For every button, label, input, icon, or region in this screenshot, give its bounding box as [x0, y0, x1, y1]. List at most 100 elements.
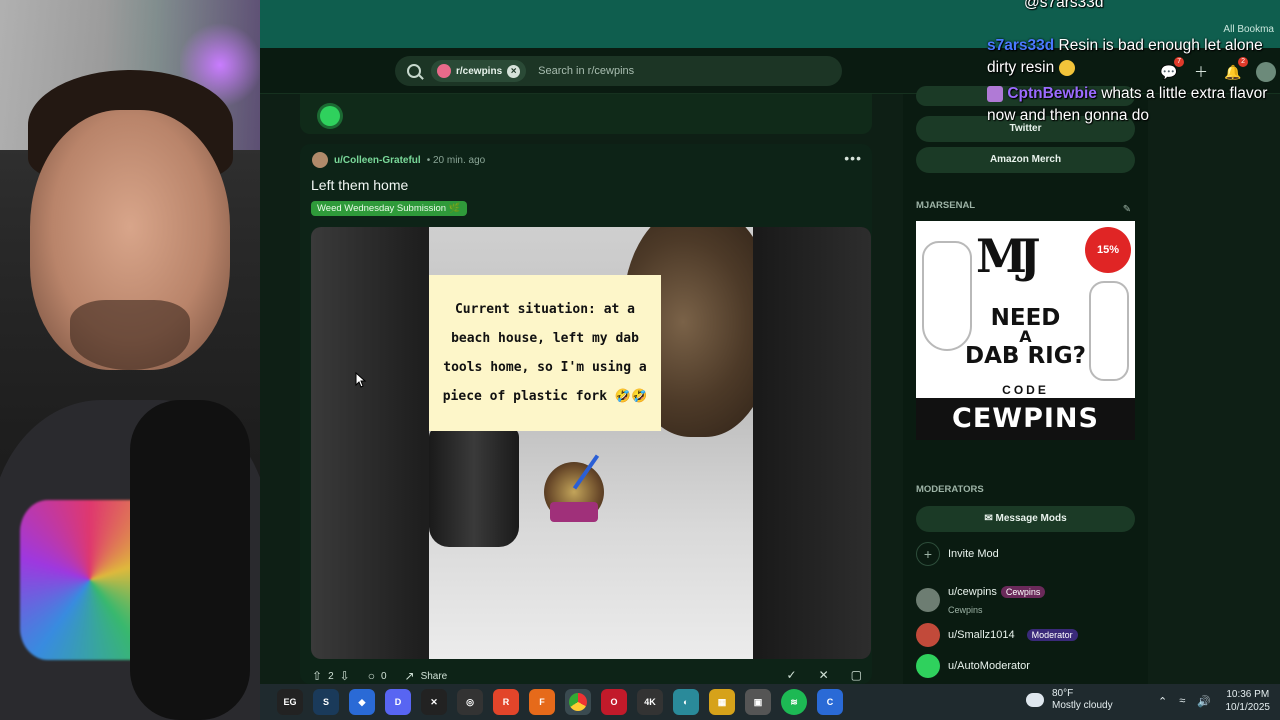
- downvote-icon[interactable]: ⇩: [340, 669, 350, 683]
- author-avatar[interactable]: [312, 152, 328, 168]
- discord-icon[interactable]: D: [385, 689, 411, 715]
- plus-icon: +: [916, 542, 940, 566]
- subreddit-avatar: [437, 64, 451, 78]
- ad-code-label: CODE: [1002, 383, 1049, 397]
- clear-chip-icon[interactable]: ×: [507, 64, 521, 78]
- moderator-name[interactable]: u/Smallz1014: [948, 629, 1015, 641]
- stream-chat-overlay: @s7ars33d s7ars33d Resin is bad enough l…: [984, 0, 1280, 126]
- moderator-flair: Moderator: [1026, 629, 1078, 641]
- post-header: u/Colleen-Grateful • 20 min. ago: [312, 152, 485, 168]
- feed: u/Colleen-Grateful • 20 min. ago ••• Lef…: [300, 94, 872, 684]
- taskbar: EG S ◆ D ✕ ◎ R F O 4K ◐ ▦ ▣ ≋ C 80°F Most…: [260, 684, 1280, 720]
- camera-icon[interactable]: ▣: [745, 689, 771, 715]
- search-input[interactable]: Search in r/cewpins: [538, 65, 634, 77]
- steam-icon[interactable]: S: [313, 689, 339, 715]
- speaker-icon[interactable]: 🔊: [1197, 695, 1211, 708]
- post-flair[interactable]: Weed Wednesday Submission 🌿: [311, 201, 467, 216]
- vote-count: 2: [328, 670, 334, 682]
- ad-code: CEWPINS: [916, 398, 1135, 440]
- comment-count: 0: [380, 670, 387, 682]
- weather-desc: Mostly cloudy: [1052, 700, 1113, 711]
- wifi-icon[interactable]: ≈: [1179, 695, 1185, 708]
- moderator-item[interactable]: u/Smallz1014 Moderator: [916, 623, 1078, 647]
- app-icon[interactable]: ✕: [421, 689, 447, 715]
- opera-icon[interactable]: O: [601, 689, 627, 715]
- dab-jar: [544, 462, 604, 522]
- post-actions: ⇧ 2 ⇩ ○ 0 ↗ Share: [312, 669, 447, 683]
- message-mods-button[interactable]: ✉ Message Mods: [916, 506, 1135, 532]
- epic-games-icon[interactable]: EG: [277, 689, 303, 715]
- subreddit-chip[interactable]: r/cewpins ×: [431, 60, 527, 82]
- moderator-avatar: [916, 588, 940, 612]
- spotify-icon[interactable]: ≋: [781, 689, 807, 715]
- post-title[interactable]: Left them home: [311, 177, 408, 193]
- app-icon[interactable]: ◆: [349, 689, 375, 715]
- search-bar[interactable]: r/cewpins × Search in r/cewpins: [395, 56, 842, 86]
- streamer-beard: [70, 300, 190, 370]
- moderator-name[interactable]: u/AutoModerator: [948, 660, 1030, 672]
- share-button[interactable]: ↗ Share: [405, 669, 448, 683]
- badge-icon: [987, 85, 1003, 102]
- post-media[interactable]: Current situation: at a beach house, lef…: [311, 227, 871, 659]
- clock-time: 10:36 PM: [1226, 689, 1270, 700]
- post-image[interactable]: Current situation: at a beach house, lef…: [429, 227, 753, 659]
- chat-username: s7ars33d: [987, 37, 1055, 54]
- post-author[interactable]: u/Colleen-Grateful: [334, 155, 421, 166]
- chat-username: CptnBewbie: [1007, 85, 1097, 102]
- weather-temp: 80°F: [1052, 688, 1074, 699]
- previous-post: [300, 94, 872, 134]
- chrome-icon[interactable]: [565, 689, 591, 715]
- app-icon[interactable]: C: [817, 689, 843, 715]
- weather-widget[interactable]: 80°F Mostly cloudy: [1026, 688, 1113, 712]
- post-card[interactable]: u/Colleen-Grateful • 20 min. ago ••• Lef…: [300, 144, 872, 684]
- moderator-flair: Cewpins: [1000, 586, 1046, 598]
- moderator-avatar: [916, 623, 940, 647]
- subreddit-chip-label: r/cewpins: [456, 65, 503, 77]
- taskbar-apps: EG S ◆ D ✕ ◎ R F O 4K ◐ ▦ ▣ ≋ C: [277, 689, 843, 715]
- app-icon[interactable]: 4K: [637, 689, 663, 715]
- emoji-icon: [1058, 59, 1075, 76]
- microphone: [130, 400, 250, 720]
- chevron-up-icon[interactable]: ⌃: [1158, 695, 1167, 708]
- chat-message: CptnBewbie whats a little extra flavor n…: [987, 83, 1277, 127]
- comments-button[interactable]: ○ 0: [368, 669, 387, 683]
- approve-icon[interactable]: ✓: [787, 668, 797, 682]
- shield-icon[interactable]: ▢: [851, 668, 862, 682]
- vote-group: ⇧ 2 ⇩: [312, 669, 350, 683]
- remove-icon[interactable]: ✕: [819, 668, 829, 682]
- comment-icon: ○: [367, 669, 375, 683]
- firefox-icon[interactable]: F: [529, 689, 555, 715]
- invite-mod-button[interactable]: + Invite Mod: [916, 542, 999, 566]
- amazon-merch-button[interactable]: Amazon Merch: [916, 147, 1135, 173]
- invite-mod-label: Invite Mod: [948, 548, 999, 560]
- app-icon[interactable]: ◐: [673, 689, 699, 715]
- mj-logo: MJ: [976, 229, 1041, 283]
- image-caption-text: Current situation: at a beach house, lef…: [442, 302, 648, 404]
- chat-message: s7ars33d Resin is bad enough let alone d…: [987, 35, 1277, 79]
- mjarsenal-ad[interactable]: MJ 15% OFF NEED A DAB RIG? CODE CEWPINS: [916, 221, 1135, 440]
- search-icon: [407, 64, 421, 78]
- chat-partial-text: @s7ars33d: [1024, 0, 1104, 11]
- app-icon[interactable]: ▦: [709, 689, 735, 715]
- more-options-icon[interactable]: •••: [844, 150, 862, 166]
- community-sidebar: Twitter Amazon Merch MJARSENAL ✎ MJ 15% …: [903, 86, 1148, 684]
- system-tray: ⌃ ≈ 🔊: [1158, 695, 1211, 708]
- discount-badge: 15% OFF: [1085, 227, 1131, 302]
- moderator-avatar: [916, 654, 940, 678]
- moderator-item[interactable]: u/AutoModerator: [916, 654, 1030, 678]
- app-icon[interactable]: ◎: [457, 689, 483, 715]
- cloud-icon: [1026, 693, 1044, 707]
- moderator-item[interactable]: u/cewpins Cewpins Cewpins: [916, 582, 1046, 618]
- ad-line-3: DAB RIG?: [965, 343, 1086, 369]
- clock[interactable]: 10:36 PM 10/1/2025: [1226, 688, 1271, 714]
- upvote-icon[interactable]: ⇧: [312, 669, 322, 683]
- moderator-name[interactable]: u/cewpins: [948, 586, 997, 598]
- edit-pencil-icon[interactable]: ✎: [1119, 202, 1135, 218]
- post-time: • 20 min. ago: [426, 154, 486, 166]
- app-icon[interactable]: R: [493, 689, 519, 715]
- screen: All Bookma r/cewpins × Search in r/cewpi…: [0, 0, 1280, 720]
- share-label: Share: [420, 670, 448, 682]
- mjarsenal-label: MJARSENAL: [916, 200, 976, 211]
- image-caption: Current situation: at a beach house, lef…: [429, 275, 661, 431]
- moderators-label: MODERATORS: [916, 484, 984, 495]
